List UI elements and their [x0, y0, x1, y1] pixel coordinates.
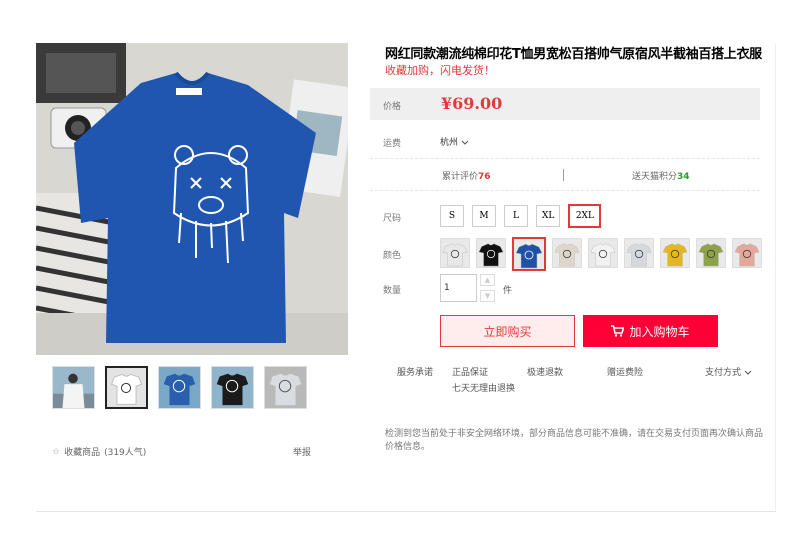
star-icon: ☆: [52, 446, 61, 457]
thumbnail-strip: [52, 366, 307, 409]
service-item[interactable]: 赠运费险: [607, 365, 643, 378]
add-to-cart-button[interactable]: 加入购物车: [583, 315, 718, 347]
chevron-up-icon: ▲: [484, 276, 491, 284]
points-value: 34: [677, 172, 690, 182]
service-item[interactable]: 极速退款: [527, 365, 563, 378]
reviews-label: 累计评价: [442, 172, 479, 182]
size-option-xl[interactable]: XL: [536, 205, 561, 227]
payment-label: 支付方式: [705, 368, 742, 378]
shopping-cart-icon: [611, 325, 625, 337]
color-swatch[interactable]: [552, 238, 582, 268]
reviews-count: 76: [478, 172, 491, 182]
price-label: 价格: [383, 102, 402, 112]
quantity-unit: 件: [503, 286, 513, 296]
product-title: 网红同款潮流纯棉印花T恤男宽松百搭帅气原宿风半截袖百搭上衣服: [385, 47, 762, 62]
panel-border: [775, 43, 776, 511]
security-notice: 检测到您当前处于非安全网络环境，部分商品信息可能不准确，请在交易支付页面再次确认…: [385, 429, 764, 452]
color-swatch[interactable]: [660, 238, 690, 268]
quantity-label: 数量: [383, 286, 402, 296]
color-swatch[interactable]: [476, 238, 506, 268]
service-item[interactable]: 七天无理由退换: [452, 381, 515, 394]
color-options: [440, 237, 762, 271]
thumbnail[interactable]: [52, 366, 95, 409]
service-item[interactable]: 正品保证: [452, 365, 488, 378]
price-section: 价格 ¥69.00: [370, 88, 760, 120]
size-option-l[interactable]: L: [504, 205, 528, 227]
shipping-origin: 杭州: [440, 138, 459, 148]
chevron-down-icon: [744, 368, 752, 378]
price-value: ¥69.00: [441, 94, 503, 113]
color-swatch[interactable]: [588, 238, 618, 268]
thumbnail[interactable]: [105, 366, 148, 409]
chevron-down-icon: [461, 138, 469, 148]
collect-product-link[interactable]: ☆ 收藏商品 (319人气): [52, 445, 147, 459]
promo-text: 收藏加购，闪电发货！: [385, 64, 495, 77]
points-stat: 送天猫积分34: [632, 169, 690, 182]
thumbnail[interactable]: [211, 366, 254, 409]
size-option-2xl[interactable]: 2XL: [568, 204, 602, 228]
stats-bar: 累计评价76 送天猫积分34: [370, 165, 760, 187]
collect-count: (319人气): [104, 448, 147, 458]
payment-method-dropdown[interactable]: 支付方式: [705, 365, 752, 378]
color-label: 颜色: [383, 251, 402, 261]
color-swatch[interactable]: [512, 237, 546, 271]
buy-now-label: 立即购买: [483, 324, 532, 339]
collect-label: 收藏商品: [64, 448, 101, 458]
add-to-cart-label: 加入购物车: [629, 324, 690, 339]
divider: [370, 158, 760, 159]
color-swatch[interactable]: [732, 238, 762, 268]
color-swatch[interactable]: [696, 238, 726, 268]
shipping-label: 运费: [383, 139, 402, 149]
quantity-increase-button[interactable]: ▲: [480, 274, 495, 286]
color-swatch[interactable]: [624, 238, 654, 268]
service-label: 服务承诺: [397, 368, 434, 378]
points-label: 送天猫积分: [632, 172, 678, 182]
color-swatch[interactable]: [440, 238, 470, 268]
stat-separator: [563, 169, 564, 181]
thumbnail[interactable]: [158, 366, 201, 409]
main-product-image[interactable]: [36, 43, 348, 355]
shipping-location-dropdown[interactable]: 杭州: [440, 135, 469, 148]
size-option-m[interactable]: M: [472, 205, 496, 227]
reviews-stat[interactable]: 累计评价76: [442, 169, 491, 182]
divider: [370, 190, 760, 191]
panel-border: [36, 511, 776, 512]
quantity-decrease-button[interactable]: ▼: [480, 290, 495, 302]
buy-now-button[interactable]: 立即购买: [440, 315, 575, 347]
quantity-input[interactable]: 1: [440, 274, 477, 302]
thumbnail[interactable]: [264, 366, 307, 409]
chevron-down-icon: ▼: [484, 292, 491, 300]
size-option-s[interactable]: S: [440, 205, 464, 227]
size-options: S M L XL 2XL: [440, 204, 602, 228]
report-link[interactable]: 举报: [293, 445, 311, 458]
size-label: 尺码: [383, 214, 402, 224]
